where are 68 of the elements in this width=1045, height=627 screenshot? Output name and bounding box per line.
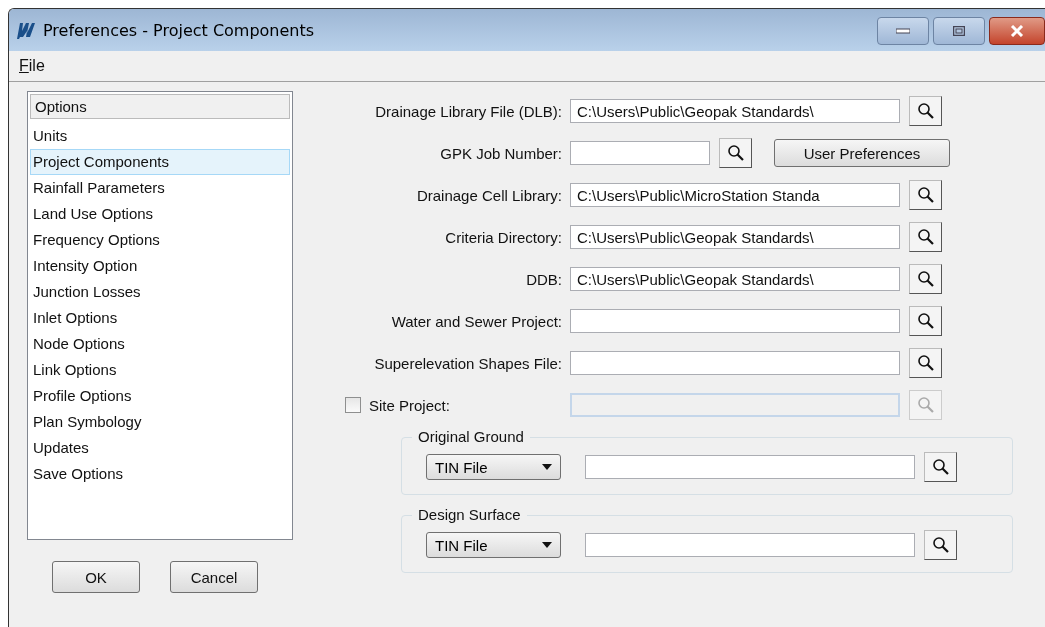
- search-icon: [931, 536, 950, 554]
- list-item[interactable]: Link Options: [30, 357, 290, 383]
- browse-button[interactable]: [909, 180, 942, 210]
- search-icon: [916, 354, 935, 372]
- menu-item[interactable]: File: [19, 57, 45, 75]
- job-number-field[interactable]: [570, 141, 710, 165]
- list-item[interactable]: Intensity Option: [30, 253, 290, 279]
- group-legend: Original Ground: [412, 428, 530, 445]
- browse-button[interactable]: [719, 138, 752, 168]
- search-icon: [726, 144, 745, 162]
- list-item[interactable]: Updates: [30, 435, 290, 461]
- list-header: Options: [30, 94, 290, 119]
- close-icon: [1010, 25, 1024, 37]
- field-label: GPK Job Number:: [439, 144, 563, 162]
- close-button[interactable]: [989, 17, 1045, 45]
- checkbox-label: Site Project:: [369, 396, 450, 414]
- path-field[interactable]: C:\Users\Public\Geopak Standards\: [570, 267, 900, 291]
- path-field[interactable]: C:\Users\Public\MicroStation Standa: [570, 183, 900, 207]
- source-dropdown[interactable]: TIN File: [426, 454, 561, 480]
- field-label: Drainage Library File (DLB):: [374, 102, 563, 120]
- maximize-button[interactable]: [933, 17, 985, 45]
- app-logo-icon: [15, 20, 37, 40]
- path-field[interactable]: C:\Users\Public\Geopak Standards\: [570, 99, 900, 123]
- group-legend: Design Surface: [412, 506, 527, 523]
- browse-button[interactable]: [909, 348, 942, 378]
- list-item[interactable]: Plan Symbology: [30, 409, 290, 435]
- field-label: DDB:: [525, 270, 563, 288]
- browse-button[interactable]: [924, 452, 957, 482]
- list-item[interactable]: Junction Losses: [30, 279, 290, 305]
- search-icon: [916, 228, 935, 246]
- search-icon: [916, 312, 935, 330]
- browse-button[interactable]: [909, 306, 942, 336]
- list-item[interactable]: Frequency Options: [30, 227, 290, 253]
- list-item[interactable]: Land Use Options: [30, 201, 290, 227]
- search-icon: [916, 186, 935, 204]
- search-icon: [931, 458, 950, 476]
- surface-field[interactable]: [585, 455, 915, 479]
- list-item[interactable]: Project Components: [30, 149, 290, 175]
- list-item[interactable]: Save Options: [30, 461, 290, 487]
- dialog-button[interactable]: Cancel: [170, 561, 258, 593]
- surface-field[interactable]: [585, 533, 915, 557]
- browse-button[interactable]: [909, 96, 942, 126]
- browse-button[interactable]: [909, 222, 942, 252]
- maximize-icon: [953, 26, 965, 36]
- search-icon: [916, 396, 935, 414]
- path-field[interactable]: [570, 309, 900, 333]
- window-title: Preferences - Project Components: [43, 20, 316, 40]
- field-label: Criteria Directory:: [444, 228, 563, 246]
- caret-icon: [542, 464, 552, 470]
- list-item[interactable]: Profile Options: [30, 383, 290, 409]
- search-icon: [916, 270, 935, 288]
- field-label: Drainage Cell Library:: [415, 186, 563, 204]
- search-icon: [916, 102, 935, 120]
- list-item[interactable]: Inlet Options: [30, 305, 290, 331]
- dialog-button[interactable]: OK: [52, 561, 140, 593]
- caret-icon: [542, 542, 552, 548]
- browse-button[interactable]: [924, 530, 957, 560]
- minimize-icon: [896, 28, 910, 34]
- source-dropdown[interactable]: TIN File: [426, 532, 561, 558]
- list-item[interactable]: Node Options: [30, 331, 290, 357]
- field-label: Water and Sewer Project:: [390, 312, 563, 330]
- list-item[interactable]: Units: [30, 123, 290, 149]
- field-label: Superelevation Shapes File:: [373, 354, 563, 372]
- path-field[interactable]: [570, 351, 900, 375]
- list-item[interactable]: Rainfall Parameters: [30, 175, 290, 201]
- path-field[interactable]: C:\Users\Public\Geopak Standards\: [570, 225, 900, 249]
- user-preferences-button[interactable]: User Preferences: [774, 139, 950, 167]
- browse-button[interactable]: [909, 264, 942, 294]
